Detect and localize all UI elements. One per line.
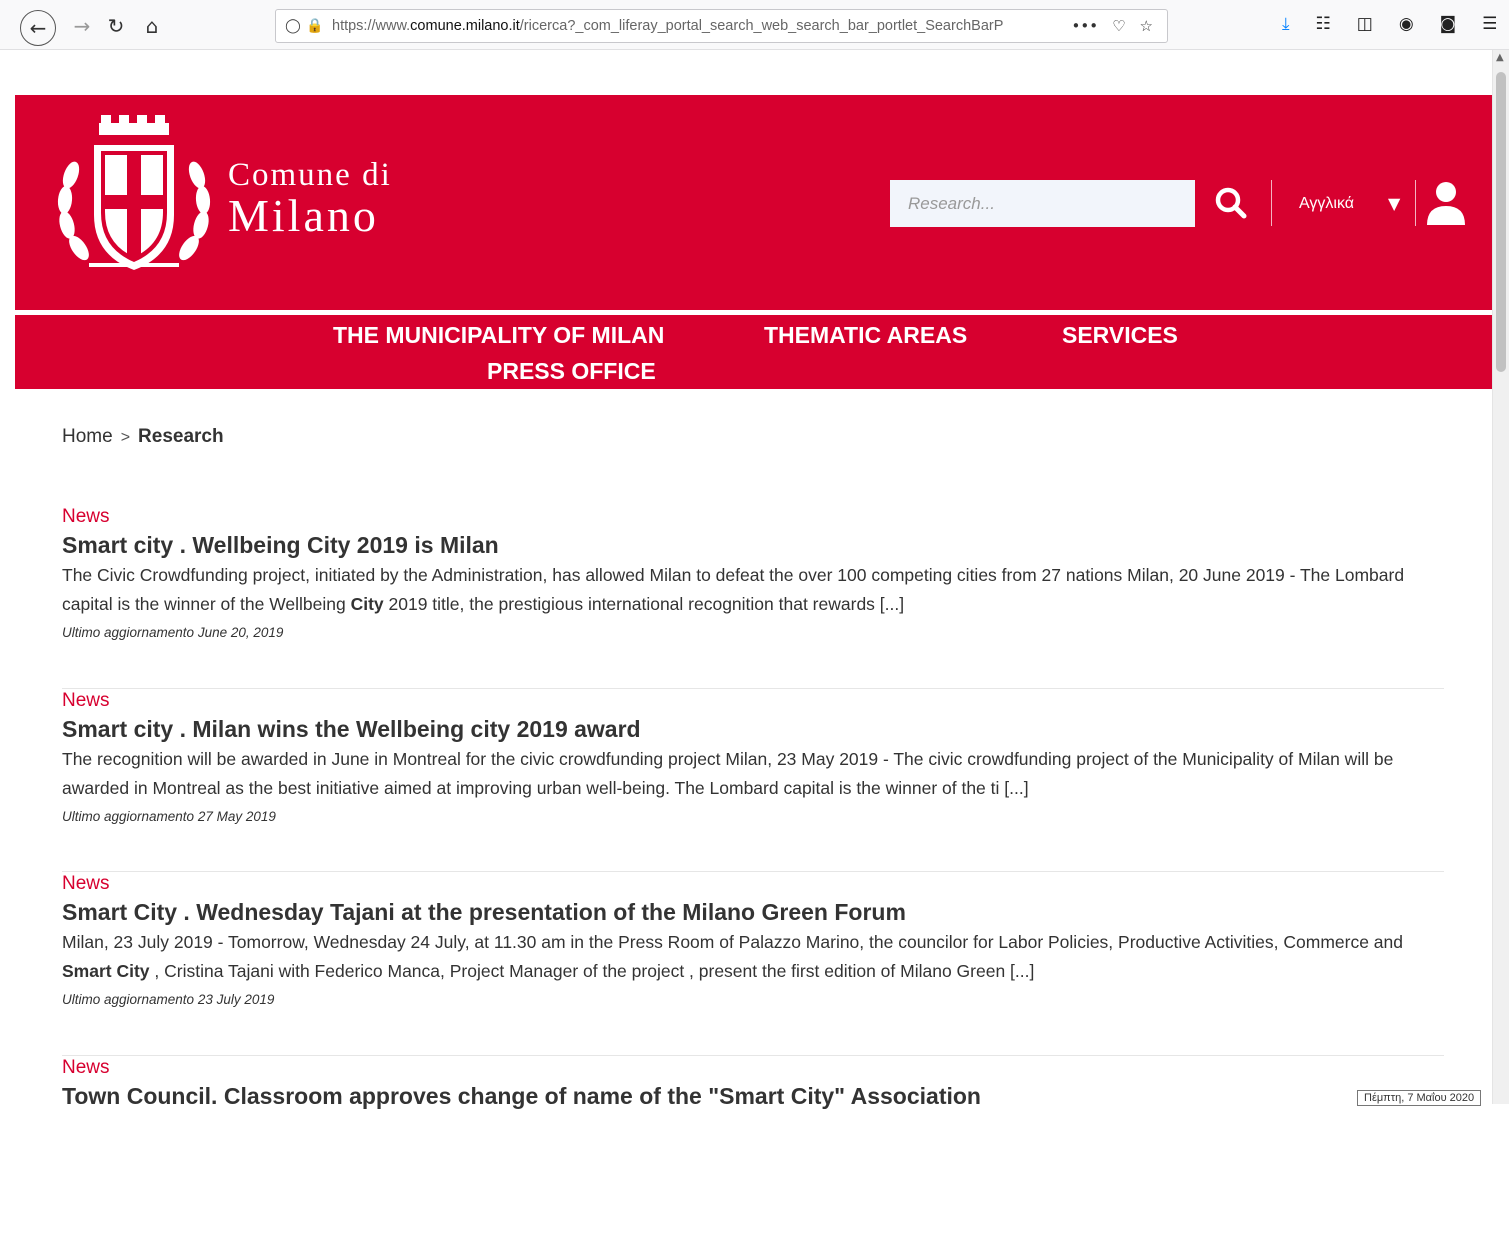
extension-icon[interactable]: ◉ [1399, 14, 1414, 34]
header-divider [1415, 180, 1416, 226]
result-snippet: The Civic Crowdfunding project, initiate… [62, 561, 1452, 619]
search-result: News Smart city . Milan wins the Wellbei… [62, 689, 1444, 873]
nav-item-services[interactable]: SERVICES [1062, 322, 1178, 349]
menu-icon[interactable]: ☰ [1482, 14, 1497, 34]
result-category[interactable]: News [62, 505, 1444, 529]
sidebar-icon[interactable]: ◫ [1357, 14, 1373, 34]
home-button[interactable]: ⌂ [136, 10, 168, 42]
result-category[interactable]: News [62, 1056, 1444, 1080]
pocket-icon[interactable]: ♡ [1112, 17, 1125, 35]
scroll-thumb[interactable] [1496, 72, 1506, 372]
forward-button[interactable]: → [66, 10, 98, 42]
search-button[interactable] [1211, 183, 1251, 223]
result-category[interactable]: News [62, 872, 1444, 896]
breadcrumb-current: Research [138, 426, 224, 447]
nav-item-municipality[interactable]: THE MUNICIPALITY OF MILAN [333, 322, 664, 349]
page-actions-button[interactable]: ••• [1072, 17, 1099, 35]
reload-button[interactable]: ↻ [100, 10, 132, 42]
breadcrumb: Home > Research [62, 426, 224, 448]
downloads-icon[interactable]: ⤓ [1282, 14, 1290, 34]
url-text[interactable]: https://www.comune.milano.it/ricerca?_co… [332, 18, 1062, 34]
brand-title[interactable]: Milano [228, 189, 379, 242]
url-bar[interactable]: ◯ 🔒 https://www.comune.milano.it/ricerca… [275, 9, 1168, 43]
browser-toolbar: ← → ↻ ⌂ ◯ 🔒 https://www.comune.milano.it… [0, 0, 1509, 50]
search-result: News Smart City . Wednesday Tajani at th… [62, 872, 1444, 1056]
milano-coat-of-arms-logo[interactable] [49, 115, 219, 285]
result-title[interactable]: Smart city . Milan wins the Wellbeing ci… [62, 713, 1444, 745]
nav-item-press-office[interactable]: PRESS OFFICE [487, 358, 656, 385]
result-title[interactable]: Town Council. Classroom approves change … [62, 1080, 1444, 1112]
account-icon[interactable]: ◙ [1440, 14, 1457, 34]
lock-icon[interactable]: 🔒 [304, 18, 326, 34]
result-date: Ultimo aggiornamento 23 July 2019 [62, 990, 1444, 1010]
header-divider [1271, 180, 1272, 226]
scroll-up-icon[interactable]: ▲ [1496, 52, 1504, 63]
search-input[interactable] [890, 180, 1195, 227]
result-snippet: The recognition will be awarded in June … [62, 745, 1452, 803]
result-title[interactable]: Smart city . Wellbeing City 2019 is Mila… [62, 529, 1444, 561]
site-header: Comune di Milano Αγγλικά ▼ [15, 95, 1492, 310]
search-results: News Smart city . Wellbeing City 2019 is… [62, 505, 1444, 1239]
library-icon[interactable]: ☷ [1316, 14, 1331, 34]
breadcrumb-separator: > [121, 429, 130, 446]
left-edge [0, 50, 14, 1104]
language-selector[interactable]: Αγγλικά [1299, 195, 1354, 213]
result-date: Ultimo aggiornamento 27 May 2019 [62, 807, 1444, 827]
search-icon [1214, 186, 1248, 220]
main-navigation: THE MUNICIPALITY OF MILAN THEMATIC AREAS… [15, 315, 1492, 389]
chevron-down-icon[interactable]: ▼ [1388, 194, 1400, 213]
result-category[interactable]: News [62, 689, 1444, 713]
user-icon[interactable] [1425, 181, 1467, 227]
page-scrollbar[interactable]: ▲ [1492, 50, 1509, 1104]
result-date: Ultimo aggiornamento June 20, 2019 [62, 623, 1444, 643]
breadcrumb-home[interactable]: Home [62, 426, 113, 447]
nav-item-thematic-areas[interactable]: THEMATIC AREAS [764, 322, 967, 349]
back-button[interactable]: ← [20, 10, 56, 46]
shield-icon[interactable]: ◯ [282, 18, 304, 34]
search-result: News Smart city . Wellbeing City 2019 is… [62, 505, 1444, 689]
bookmark-star-icon[interactable]: ☆ [1140, 17, 1153, 35]
search-result: News Town Council. Classroom approves ch… [62, 1056, 1444, 1239]
result-title[interactable]: Smart City . Wednesday Tajani at the pre… [62, 896, 1444, 928]
result-snippet: Milan, 23 July 2019 - Tomorrow, Wednesda… [62, 928, 1452, 986]
